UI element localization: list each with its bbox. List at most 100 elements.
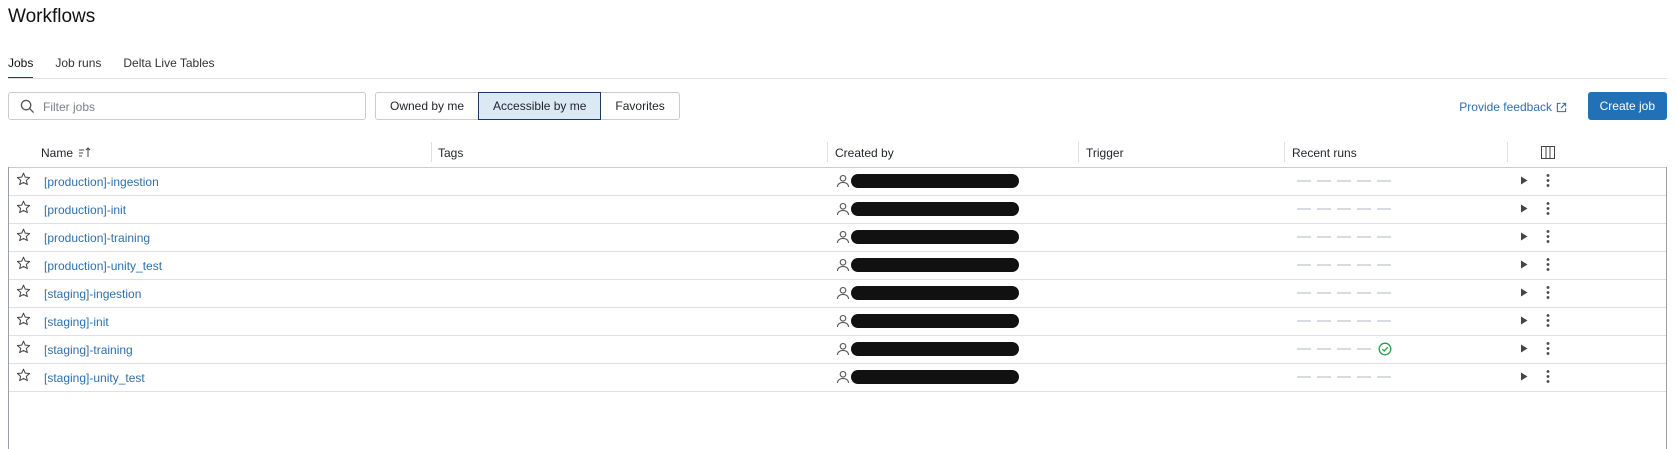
redacted-creator <box>851 286 1019 300</box>
kebab-menu-icon[interactable] <box>1545 313 1551 328</box>
table-header: Name Tags Created by Trigger Recent runs <box>8 138 1667 168</box>
play-icon[interactable] <box>1519 231 1529 242</box>
run-placeholder <box>1377 376 1391 378</box>
check-circle-icon[interactable] <box>1378 342 1392 356</box>
accessible-by-me-button[interactable]: Accessible by me <box>478 92 602 120</box>
star-icon[interactable] <box>16 172 31 187</box>
run-placeholder <box>1297 348 1311 350</box>
tab-jobs[interactable]: Jobs <box>8 56 34 79</box>
star-icon[interactable] <box>16 312 31 327</box>
column-divider[interactable] <box>1078 142 1079 162</box>
play-icon[interactable] <box>1519 371 1529 382</box>
table-row[interactable]: [production]-training <box>9 223 1666 252</box>
tabs-divider <box>8 78 1667 79</box>
run-placeholder <box>1377 292 1391 294</box>
external-link-icon <box>1556 102 1567 112</box>
filter-jobs-input[interactable] <box>41 97 345 117</box>
job-name-link[interactable]: [staging]-unity_test <box>44 371 145 385</box>
tab-delta-live-tables[interactable]: Delta Live Tables <box>123 56 214 79</box>
run-placeholder <box>1337 180 1351 182</box>
job-name-link[interactable]: [staging]-ingestion <box>44 287 141 301</box>
star-icon[interactable] <box>16 228 31 243</box>
user-icon <box>836 370 850 384</box>
redacted-creator <box>851 230 1019 244</box>
run-placeholder <box>1337 208 1351 210</box>
run-placeholder <box>1357 376 1371 378</box>
user-icon <box>836 202 850 216</box>
kebab-menu-icon[interactable] <box>1545 173 1551 188</box>
job-name-link[interactable]: [production]-ingestion <box>44 175 159 189</box>
page-title: Workflows <box>8 6 96 27</box>
run-placeholder <box>1357 348 1371 350</box>
job-name-link[interactable]: [staging]-training <box>44 343 133 357</box>
run-placeholder <box>1297 264 1311 266</box>
run-placeholder <box>1297 376 1311 378</box>
filter-jobs-search[interactable] <box>8 92 366 120</box>
run-placeholder <box>1377 180 1391 182</box>
play-icon[interactable] <box>1519 343 1529 354</box>
table-row[interactable]: [production]-unity_test <box>9 251 1666 280</box>
column-header-created-by: Created by <box>835 146 894 160</box>
column-divider[interactable] <box>1284 142 1285 162</box>
star-icon[interactable] <box>16 340 31 355</box>
star-icon[interactable] <box>16 256 31 271</box>
recent-runs <box>1297 348 1371 350</box>
provide-feedback-link[interactable]: Provide feedback <box>1459 100 1567 114</box>
run-placeholder <box>1317 208 1331 210</box>
recent-runs <box>1297 376 1391 378</box>
play-icon[interactable] <box>1519 315 1529 326</box>
favorites-button[interactable]: Favorites <box>600 92 680 120</box>
star-icon[interactable] <box>16 368 31 383</box>
table-row[interactable]: [staging]-unity_test <box>9 363 1666 392</box>
job-name-link[interactable]: [production]-init <box>44 203 126 217</box>
run-placeholder <box>1357 264 1371 266</box>
kebab-menu-icon[interactable] <box>1545 285 1551 300</box>
job-name-link[interactable]: [production]-unity_test <box>44 259 162 273</box>
job-name-link[interactable]: [production]-training <box>44 231 150 245</box>
column-header-name[interactable]: Name <box>41 146 91 160</box>
play-icon[interactable] <box>1519 287 1529 298</box>
sort-ascending-icon <box>79 147 91 157</box>
tab-job-runs[interactable]: Job runs <box>55 56 101 79</box>
run-placeholder <box>1377 264 1391 266</box>
run-placeholder <box>1317 236 1331 238</box>
run-placeholder <box>1357 320 1371 322</box>
recent-runs <box>1297 180 1391 182</box>
table-row[interactable]: [staging]-ingestion <box>9 279 1666 308</box>
table-row[interactable]: [staging]-init <box>9 307 1666 336</box>
column-divider[interactable] <box>1507 142 1508 162</box>
user-icon <box>836 258 850 272</box>
ownership-filter-group: Owned by me Accessible by me Favorites <box>375 92 680 120</box>
kebab-menu-icon[interactable] <box>1545 201 1551 216</box>
user-icon <box>836 286 850 300</box>
recent-runs <box>1297 208 1391 210</box>
run-placeholder <box>1317 376 1331 378</box>
play-icon[interactable] <box>1519 259 1529 270</box>
column-header-name-label: Name <box>41 146 74 160</box>
columns-icon[interactable] <box>1541 146 1555 159</box>
column-divider[interactable] <box>431 142 432 162</box>
column-divider[interactable] <box>827 142 828 162</box>
star-icon[interactable] <box>16 284 31 299</box>
owned-by-me-button[interactable]: Owned by me <box>375 92 480 120</box>
run-placeholder <box>1377 320 1391 322</box>
table-row[interactable]: [production]-init <box>9 195 1666 224</box>
play-icon[interactable] <box>1519 203 1529 214</box>
play-icon[interactable] <box>1519 175 1529 186</box>
run-placeholder <box>1357 180 1371 182</box>
job-name-link[interactable]: [staging]-init <box>44 315 109 329</box>
create-job-button[interactable]: Create job <box>1587 92 1667 120</box>
kebab-menu-icon[interactable] <box>1545 257 1551 272</box>
run-placeholder <box>1357 208 1371 210</box>
run-placeholder <box>1337 348 1351 350</box>
table-row[interactable]: [production]-ingestion <box>9 167 1666 196</box>
kebab-menu-icon[interactable] <box>1545 229 1551 244</box>
run-placeholder <box>1317 264 1331 266</box>
column-header-tags: Tags <box>438 146 464 160</box>
redacted-creator <box>851 370 1019 384</box>
kebab-menu-icon[interactable] <box>1545 369 1551 384</box>
kebab-menu-icon[interactable] <box>1545 341 1551 356</box>
table-row[interactable]: [staging]-training <box>9 335 1666 364</box>
run-placeholder <box>1297 180 1311 182</box>
star-icon[interactable] <box>16 200 31 215</box>
